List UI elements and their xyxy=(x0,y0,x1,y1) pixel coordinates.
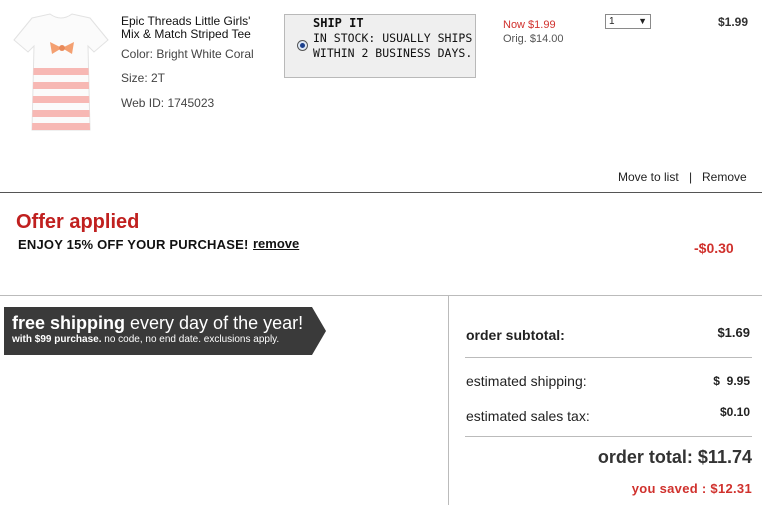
divider xyxy=(0,192,762,193)
offer-amount: -$0.30 xyxy=(694,240,734,256)
banner-headline: free shipping every day of the year! xyxy=(12,313,303,334)
product-color: Color: Bright White Coral xyxy=(121,47,254,61)
tax-label: estimated sales tax: xyxy=(466,408,590,424)
divider-vertical xyxy=(448,296,449,505)
banner-headline-bold: free shipping xyxy=(12,313,126,333)
divider xyxy=(0,295,762,296)
subtotal-label: order subtotal: xyxy=(466,327,565,343)
product-name[interactable]: Epic Threads Little Girls' Mix & Match S… xyxy=(121,15,271,41)
subtotal-value: $1.69 xyxy=(717,325,750,340)
order-total: order total: $11.74 xyxy=(597,447,752,467)
you-saved: you saved : $12.31 xyxy=(631,481,752,496)
banner-sub-rest: no code, no end date. exclusions apply. xyxy=(101,334,280,345)
price-orig: Orig. $14.00 xyxy=(503,33,564,45)
product-web-id: Web ID: 1745023 xyxy=(121,96,215,110)
move-to-list-link[interactable]: Move to list xyxy=(618,170,679,184)
ship-option-message: IN STOCK: USUALLY SHIPS WITHIN 2 BUSINES… xyxy=(313,31,473,60)
price-now: Now $1.99 xyxy=(503,19,556,31)
chevron-down-icon: ▼ xyxy=(638,16,647,26)
banner-headline-rest: every day of the year! xyxy=(125,313,304,333)
product-image[interactable] xyxy=(12,12,110,134)
offer-remove-link[interactable]: remove xyxy=(253,236,299,251)
offer-description: ENJOY 15% OFF YOUR PURCHASE! xyxy=(18,237,249,252)
divider xyxy=(465,436,752,437)
quantity-select[interactable]: 1 ▼ xyxy=(605,14,651,29)
divider xyxy=(465,357,752,358)
ship-option-title: SHIP IT xyxy=(313,16,364,30)
tax-value: $0.10 xyxy=(719,405,750,419)
quantity-value: 1 xyxy=(609,16,615,27)
banner-sub-bold: with $99 purchase. xyxy=(12,334,102,345)
remove-item-link[interactable]: Remove xyxy=(702,170,747,184)
link-separator: | xyxy=(689,170,693,184)
product-size: Size: 2T xyxy=(121,71,166,85)
line-total: $1.99 xyxy=(717,15,748,29)
offer-title: Offer applied xyxy=(16,211,140,233)
shipping-label: estimated shipping: xyxy=(466,373,587,389)
banner-subtext: with $99 purchase. no code, no end date.… xyxy=(12,334,279,345)
shipping-value: $ 9.95 xyxy=(713,374,750,388)
ship-it-radio[interactable] xyxy=(297,40,308,51)
